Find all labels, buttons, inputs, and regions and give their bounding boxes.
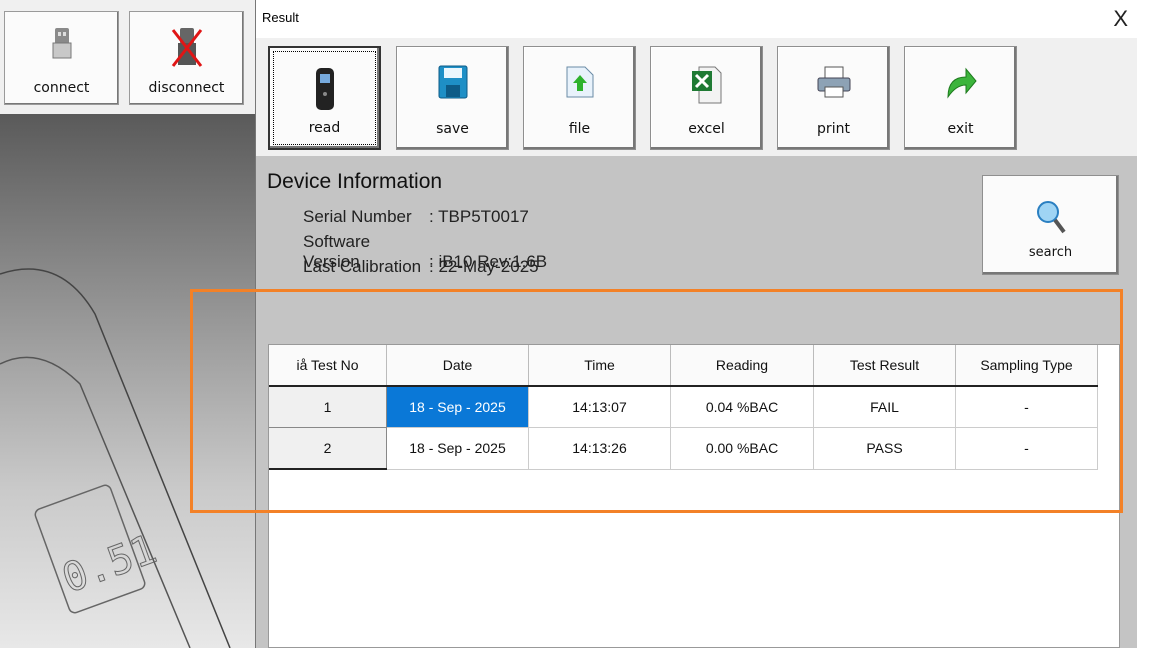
result-toolbar: read save file excel print exit [256,38,1138,156]
connect-label: connect [33,80,90,96]
cell-date[interactable]: 18 - Sep - 2025 [386,427,529,470]
serial-number-row: Serial Number : TBP5T0017 [303,207,529,227]
result-window: Result X read save file excel print exit… [255,0,1138,648]
disconnect-button[interactable]: disconnect [129,11,244,105]
column-header-time[interactable]: Time [528,345,671,387]
device-display-text: 0.51 [56,526,162,602]
print-label: print [817,121,850,137]
close-button[interactable]: X [1113,6,1128,32]
usb-icon [51,26,73,64]
right-edge [1137,0,1152,648]
cell-test-no[interactable]: 2 [269,427,387,470]
last-calibration-label: Last Calibration [303,257,422,276]
cell-reading[interactable]: 0.04 %BAC [670,386,814,428]
device-image: 0.51 [0,114,256,648]
background-toolbar: connect disconnect [0,0,256,114]
serial-number-label: Serial Number [303,207,412,226]
excel-icon [691,65,723,109]
magnifier-icon [1036,200,1066,238]
file-button[interactable]: file [523,46,636,150]
connect-button[interactable]: connect [4,11,119,105]
disconnect-label: disconnect [148,80,225,96]
column-header-reading[interactable]: Reading [670,345,814,387]
save-button[interactable]: save [396,46,509,150]
window-titlebar: Result X [256,0,1138,38]
column-header-test-no[interactable]: iå Test No [269,345,387,387]
table-header-row: iå Test No Date Time Reading Test Result… [269,345,1098,387]
cell-test-no[interactable]: 1 [269,386,387,428]
cell-time[interactable]: 14:13:26 [528,427,671,470]
table-row[interactable]: 2 18 - Sep - 2025 14:13:26 0.00 %BAC PAS… [269,427,1098,470]
table-row[interactable]: 1 18 - Sep - 2025 14:13:07 0.04 %BAC FAI… [269,386,1098,428]
last-calibration-row: Last Calibration : 22-May-2025 [303,257,539,277]
file-label: file [568,121,591,137]
save-label: save [436,121,469,137]
column-header-date[interactable]: Date [386,345,529,387]
exit-label: exit [947,121,974,137]
results-grid: iå Test No Date Time Reading Test Result… [268,344,1120,648]
column-header-sampling-type[interactable]: Sampling Type [955,345,1098,387]
last-calibration-value: : 22-May-2025 [429,257,539,276]
cell-sampling-type[interactable]: - [955,427,1098,470]
exit-button[interactable]: exit [904,46,1017,150]
device-information-heading: Device Information [267,170,443,193]
cell-time[interactable]: 14:13:07 [528,386,671,428]
breathalyzer-icon [313,66,337,116]
search-button[interactable]: search [982,175,1119,275]
excel-label: excel [688,121,725,137]
exit-arrow-icon [944,65,978,103]
cell-reading[interactable]: 0.00 %BAC [670,427,814,470]
floppy-disk-icon [438,65,468,103]
printer-icon [817,65,851,103]
print-button[interactable]: print [777,46,890,150]
column-header-test-result[interactable]: Test Result [813,345,956,387]
cell-date[interactable]: 18 - Sep - 2025 [386,386,529,428]
cell-sampling-type[interactable]: - [955,386,1098,428]
serial-number-value: : TBP5T0017 [429,207,529,226]
window-title: Result [262,10,299,25]
read-button[interactable]: read [268,46,381,150]
results-table: iå Test No Date Time Reading Test Result… [269,345,1098,470]
search-label: search [1028,245,1073,260]
usb-disconnect-icon [169,26,205,74]
cell-test-result[interactable]: PASS [813,427,956,470]
cell-test-result[interactable]: FAIL [813,386,956,428]
file-upload-icon [565,65,595,103]
read-label: read [308,120,341,136]
excel-button[interactable]: excel [650,46,763,150]
